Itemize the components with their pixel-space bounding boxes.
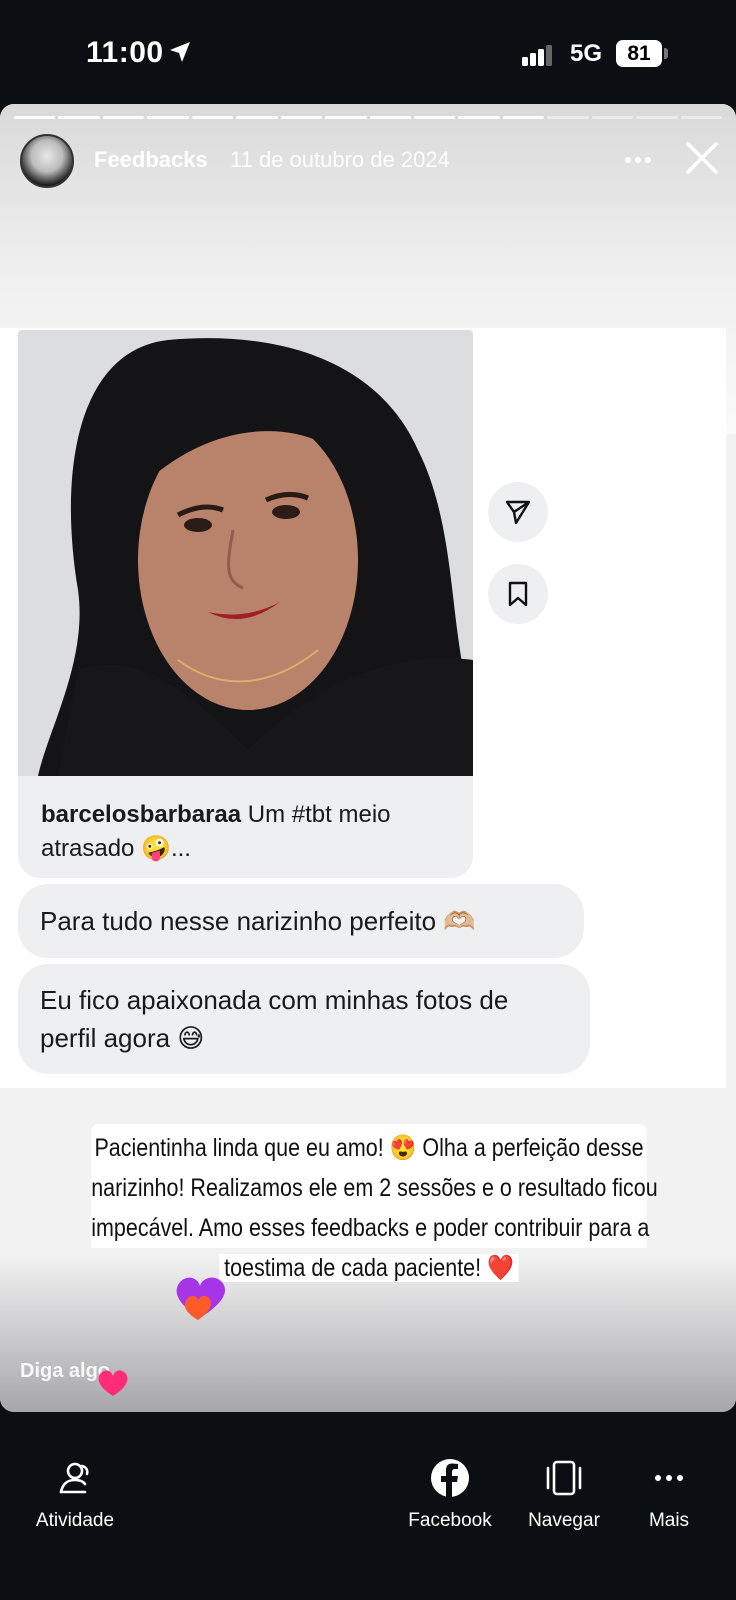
nav-more-label: Mais bbox=[648, 1510, 690, 1531]
story-text-line: narizinho! Realizamos ele em 2 sessões e… bbox=[91, 1168, 658, 1208]
story-date: 11 de outubro de 2024 bbox=[230, 147, 450, 172]
heart-reaction-icon bbox=[176, 1277, 226, 1320]
progress-segment bbox=[547, 116, 589, 119]
progress-segment bbox=[636, 116, 678, 119]
shared-post-card: barcelosbarbaraa Um #tbt meio atrasado 🤪… bbox=[18, 330, 473, 878]
battery-indicator: 81 bbox=[616, 40, 662, 67]
message-bubble: Para tudo nesse narizinho perfeito 🫶🏼 bbox=[18, 884, 584, 958]
progress-segment bbox=[58, 116, 100, 119]
progress-segment bbox=[680, 116, 722, 119]
story-progress-bar bbox=[14, 116, 722, 119]
location-arrow-icon bbox=[170, 42, 190, 62]
activity-icon bbox=[59, 1462, 89, 1494]
nav-activity-label: Atividade bbox=[35, 1510, 115, 1531]
message-bubble: Eu fico apaixonada com minhas fotos de p… bbox=[18, 964, 590, 1074]
story-text-line: Pacientinha linda que eu amo! 😍 Olha a p… bbox=[91, 1124, 647, 1168]
status-bar: 11:00 5G 81 bbox=[0, 0, 736, 104]
send-icon bbox=[505, 500, 531, 525]
signal-icon bbox=[522, 45, 552, 66]
progress-segment bbox=[369, 116, 411, 119]
status-time: 11:00 bbox=[86, 36, 164, 69]
progress-segment bbox=[236, 116, 278, 119]
network-type: 5G bbox=[570, 40, 603, 67]
share-post-button bbox=[488, 482, 548, 542]
nav-activity[interactable]: Atividade bbox=[32, 1458, 118, 1532]
post-author[interactable]: barcelosbarbaraa bbox=[41, 801, 241, 828]
close-icon[interactable] bbox=[684, 140, 720, 176]
more-options-icon[interactable] bbox=[620, 148, 656, 172]
progress-segment bbox=[147, 116, 189, 119]
post-photo bbox=[18, 330, 473, 776]
story-card[interactable]: Feedbacks 11 de outubro de 2024 barcelos… bbox=[0, 104, 736, 1412]
instagram-story-viewer: 11:00 5G 81 Feedbacks 11 de outubro de 2… bbox=[0, 0, 736, 1600]
progress-segment bbox=[102, 116, 145, 119]
progress-segment bbox=[325, 116, 367, 119]
save-post-button bbox=[488, 564, 548, 624]
progress-segment bbox=[191, 116, 234, 119]
browse-icon bbox=[546, 1460, 582, 1496]
more-icon bbox=[655, 1475, 683, 1481]
nav-browse[interactable]: Navegar bbox=[524, 1458, 604, 1532]
post-caption: barcelosbarbaraa Um #tbt meio atrasado 🤪… bbox=[41, 798, 461, 866]
portrait-illustration bbox=[18, 330, 473, 776]
story-text-line: impecável. Amo esses feedbacks e poder c… bbox=[91, 1208, 649, 1248]
progress-segment bbox=[591, 116, 634, 119]
nav-browse-label: Navegar bbox=[528, 1510, 600, 1531]
battery-cap bbox=[664, 48, 668, 59]
dm-screenshot: barcelosbarbaraa Um #tbt meio atrasado 🤪… bbox=[0, 328, 726, 1088]
story-username[interactable]: Feedbacks bbox=[94, 147, 208, 173]
nav-facebook[interactable]: Facebook bbox=[404, 1458, 496, 1532]
bookmark-icon bbox=[508, 581, 528, 607]
story-text-caption: Pacientinha linda que eu amo! 😍 Olha a p… bbox=[46, 1124, 692, 1288]
bottom-nav: Atividade Facebook Navegar Mais bbox=[0, 1412, 736, 1600]
progress-segment bbox=[280, 116, 323, 119]
like-heart-icon[interactable] bbox=[96, 1368, 130, 1398]
progress-segment bbox=[413, 116, 456, 119]
progress-segment bbox=[502, 116, 545, 119]
facebook-icon bbox=[431, 1459, 469, 1497]
story-text-line-last: toestima de cada paciente! ❤️ bbox=[218, 1254, 520, 1282]
progress-segment bbox=[458, 116, 500, 119]
nav-facebook-label: Facebook bbox=[408, 1510, 492, 1531]
progress-segment bbox=[14, 116, 56, 119]
nav-more[interactable]: Mais bbox=[644, 1458, 694, 1532]
story-avatar[interactable] bbox=[20, 134, 74, 188]
